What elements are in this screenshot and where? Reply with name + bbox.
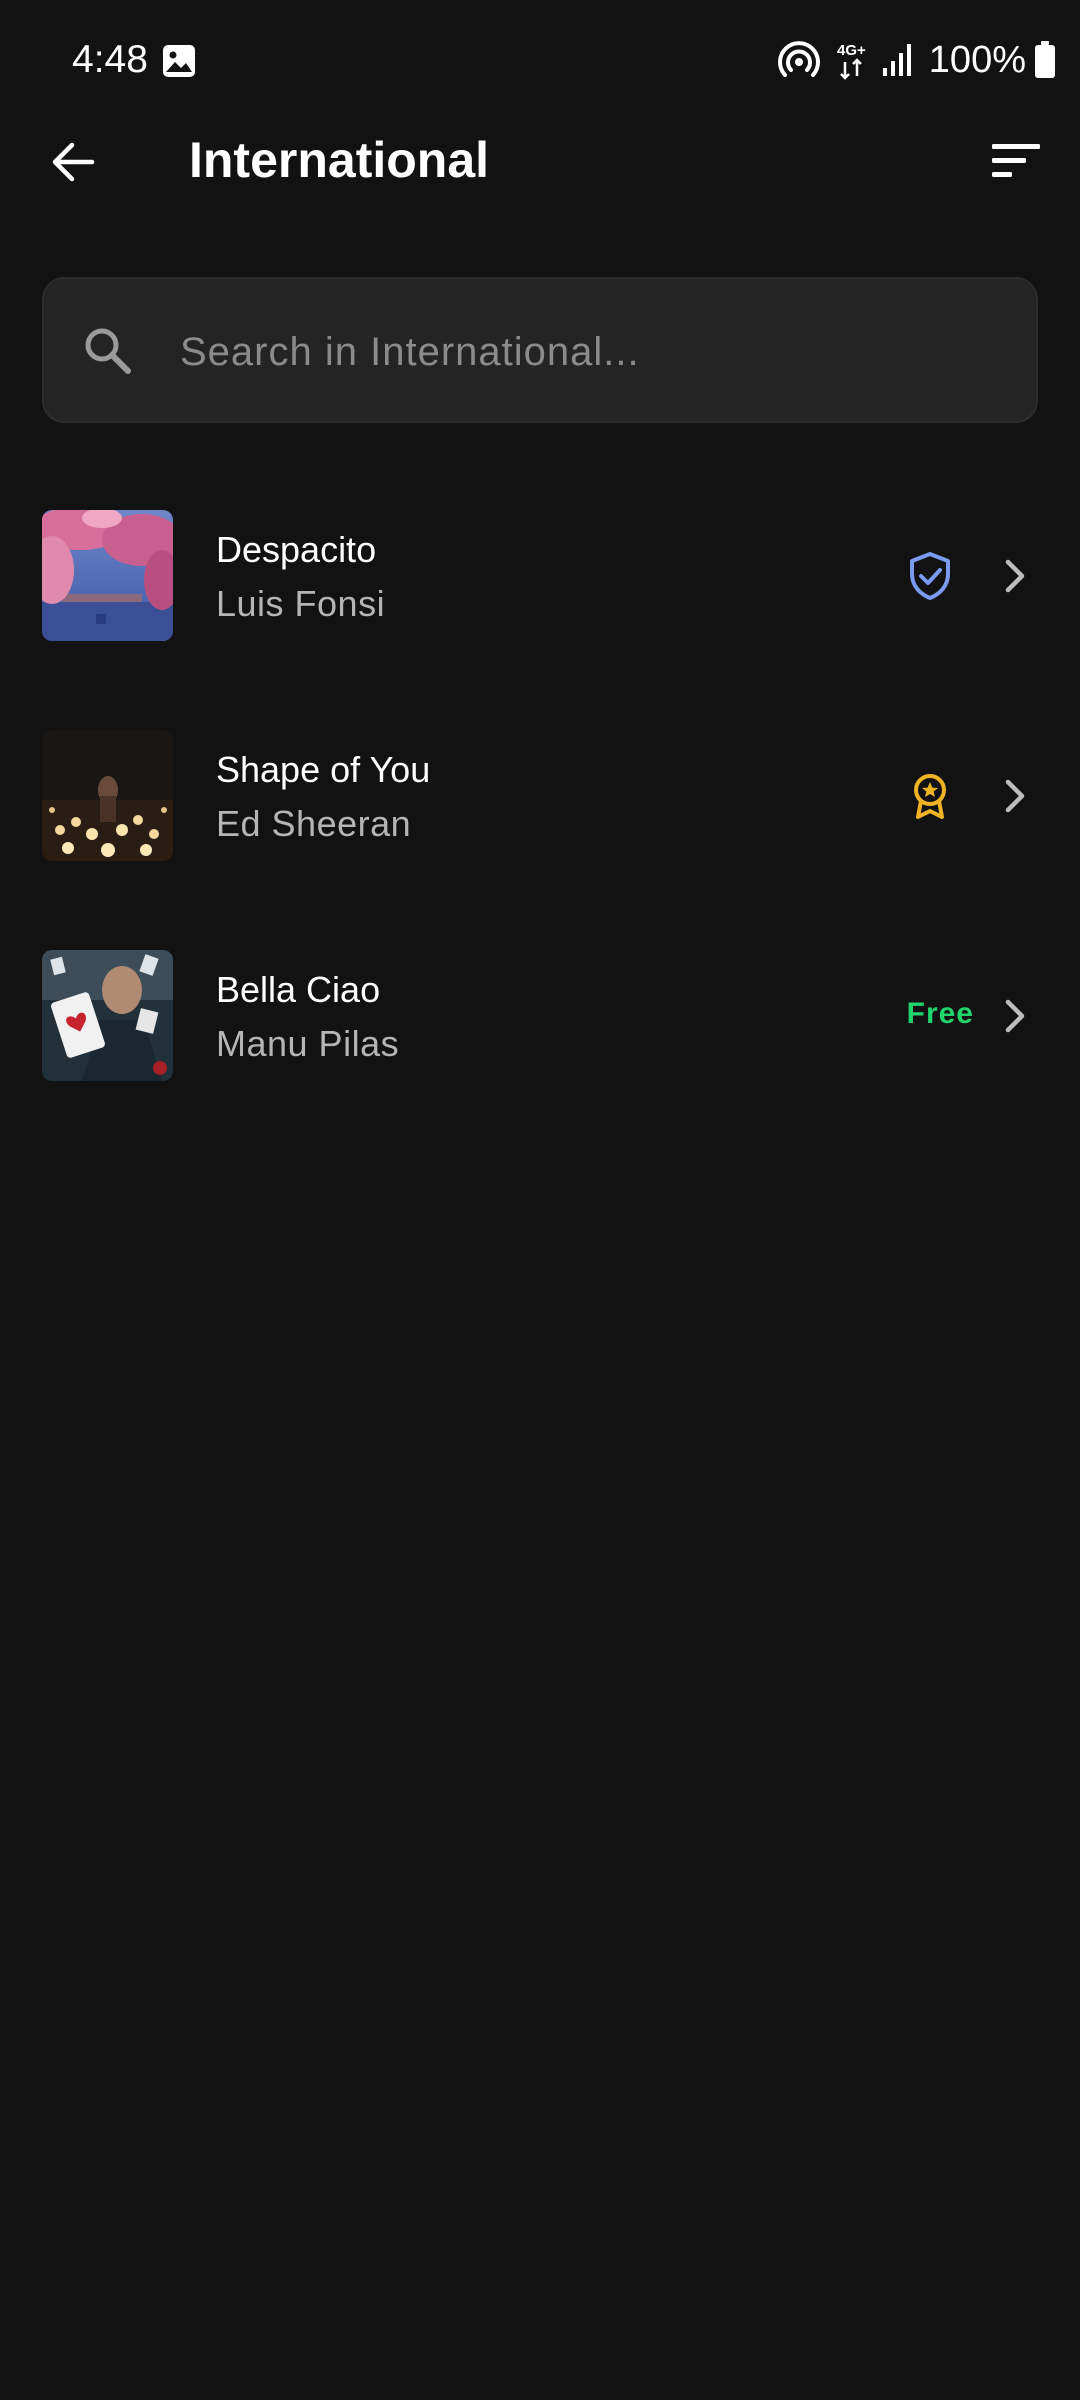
song-artist: Manu Pilas <box>216 1023 400 1064</box>
battery-percent: 100% <box>928 39 1026 81</box>
search-icon <box>80 323 136 379</box>
song-artist: Ed Sheeran <box>216 803 412 844</box>
hotspot-icon <box>777 40 821 80</box>
song-row-shape-of-you[interactable]: Shape of You Ed Sheeran <box>0 710 1080 930</box>
album-art-thumbnail <box>42 510 173 641</box>
award-medal-icon <box>904 770 956 822</box>
song-artist: Luis Fonsi <box>216 583 386 624</box>
status-bar: 4:48 4G+ 100% <box>0 0 1080 120</box>
chevron-right-icon <box>996 770 1036 822</box>
verified-shield-icon <box>904 550 956 602</box>
chevron-right-icon <box>996 550 1036 602</box>
album-art-thumbnail <box>42 950 173 1081</box>
status-time: 4:48 <box>72 38 148 81</box>
signal-icon <box>881 42 915 78</box>
status-icons: 4G+ 100% <box>777 34 1056 86</box>
page-title: International <box>189 132 490 188</box>
song-title: Bella Ciao <box>216 969 381 1010</box>
top-app-bar: International <box>0 120 1080 200</box>
album-art-thumbnail <box>42 730 173 861</box>
free-badge: Free <box>906 997 974 1030</box>
chevron-right-icon <box>996 990 1036 1042</box>
song-title: Shape of You <box>216 749 431 790</box>
arrow-left-icon <box>52 142 95 182</box>
sort-button[interactable] <box>986 130 1046 190</box>
gallery-icon <box>162 44 196 78</box>
battery-icon <box>1034 41 1056 79</box>
search-box[interactable] <box>42 277 1038 423</box>
song-title: Despacito <box>216 529 377 570</box>
sort-icon <box>992 144 1040 177</box>
back-button[interactable] <box>44 130 104 190</box>
song-row-bella-ciao[interactable]: Bella Ciao Manu Pilas Free <box>0 930 1080 1150</box>
search-input[interactable] <box>178 313 1002 391</box>
song-list: Despacito Luis Fonsi Shape of You Ed She… <box>0 490 1080 1150</box>
network-4g-label: 4G+ <box>837 42 866 59</box>
network-4g-icon: 4G+ <box>835 40 871 80</box>
song-row-despacito[interactable]: Despacito Luis Fonsi <box>0 490 1080 710</box>
